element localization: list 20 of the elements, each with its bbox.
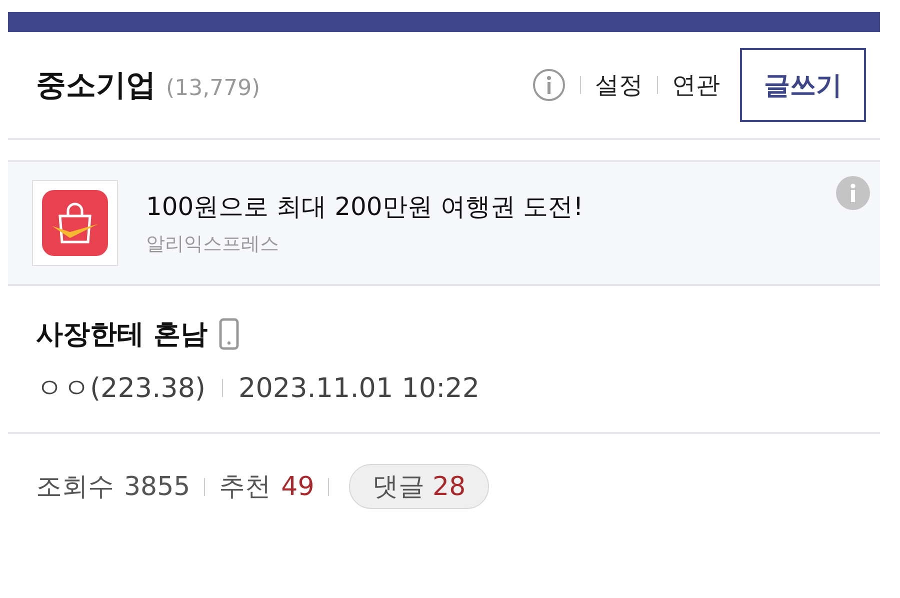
header-link[interactable]: 설정 [595, 69, 643, 101]
post-title: 사장한테 혼남 [36, 318, 208, 352]
advertiser-name: 알리익스프레스 [146, 232, 280, 256]
header-link[interactable]: 연관 [672, 69, 720, 101]
recommend-label: 추천 [219, 471, 272, 504]
recommend-count: 49 [281, 472, 314, 502]
app-logo-icon [32, 180, 118, 266]
post-count: (13,779) [166, 76, 260, 100]
write-button[interactable]: 글쓰기 [740, 48, 866, 122]
phone-icon [219, 318, 240, 350]
ad-headline: 100원으로 최대 200만원 여행권 도전! [146, 190, 584, 222]
info-icon[interactable] [836, 176, 870, 210]
views-count: 3855 [124, 472, 190, 502]
ad-banner[interactable]: 100원으로 최대 200만원 여행권 도전! 알리익스프레스 [8, 160, 880, 286]
info-icon[interactable] [532, 68, 566, 102]
comments-button[interactable]: 댓글 28 [349, 464, 489, 509]
views-label: 조회수 [36, 471, 114, 504]
author-name: ㅇㅇ(223.38) [36, 372, 206, 406]
board-title: 중소기업 [36, 66, 156, 104]
post-date: 2023.11.01 10:22 [238, 372, 480, 404]
